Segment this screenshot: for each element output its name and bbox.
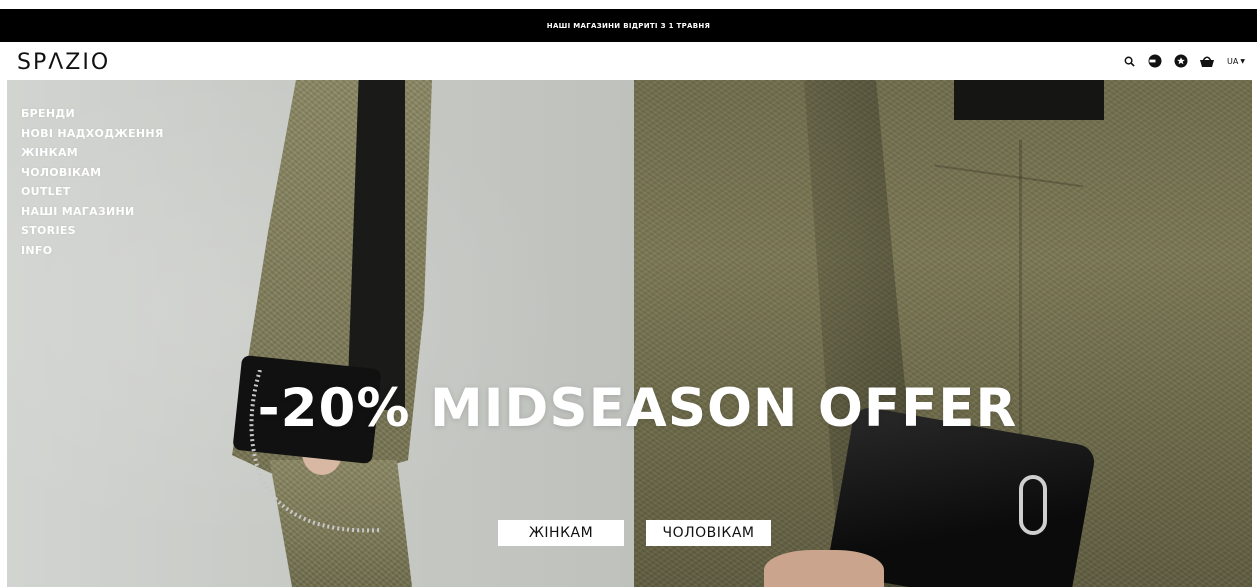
wishlist-icon[interactable] — [1173, 53, 1189, 69]
cart-icon[interactable] — [1199, 53, 1215, 69]
nav-item-new-arrivals[interactable]: НОВІ НАДХОДЖЕННЯ — [21, 124, 164, 144]
hero-image-men — [634, 80, 1252, 587]
shop-women-button[interactable]: ЖІНКАМ — [498, 520, 624, 546]
nav-item-outlet[interactable]: OUTLET — [21, 182, 164, 202]
hand-shape-right — [764, 550, 884, 587]
language-selector[interactable]: UA ▼ — [1227, 57, 1245, 66]
nav-item-brands[interactable]: БРЕНДИ — [21, 104, 164, 124]
chevron-down-icon: ▼ — [1240, 57, 1245, 65]
announcement-text: НАШІ МАГАЗИНИ ВІДРИТІ З 1 ТРАВНЯ — [546, 21, 711, 30]
nav-item-stories[interactable]: STORIES — [21, 221, 164, 241]
bag-clasp — [1019, 475, 1047, 535]
site-header: SPΛZIO UA ▼ — [0, 42, 1257, 80]
page: НАШІ МАГАЗИНИ ВІДРИТІ З 1 ТРАВНЯ SPΛZIO … — [0, 0, 1257, 587]
logo[interactable]: SPΛZIO — [17, 50, 110, 75]
nav-item-women[interactable]: ЖІНКАМ — [21, 143, 164, 163]
shop-men-button[interactable]: ЧОЛОВІКАМ — [646, 520, 771, 546]
hero-headline: -20% MIDSEASON OFFER — [257, 378, 1018, 439]
dark-shirt-shape — [954, 80, 1104, 120]
hero-banner[interactable]: БРЕНДИ НОВІ НАДХОДЖЕННЯ ЖІНКАМ ЧОЛОВІКАМ… — [7, 80, 1252, 587]
nav-item-stores[interactable]: НАШІ МАГАЗИНИ — [21, 202, 164, 222]
main-nav: БРЕНДИ НОВІ НАДХОДЖЕННЯ ЖІНКАМ ЧОЛОВІКАМ… — [21, 104, 164, 260]
pocket-line — [934, 164, 1084, 188]
nav-item-men[interactable]: ЧОЛОВІКАМ — [21, 163, 164, 183]
announcement-bar: НАШІ МАГАЗИНИ ВІДРИТІ З 1 ТРАВНЯ — [0, 9, 1257, 42]
header-actions: UA ▼ — [1111, 53, 1245, 69]
language-label: UA — [1227, 56, 1239, 66]
nav-item-info[interactable]: INFO — [21, 241, 164, 261]
search-icon[interactable] — [1121, 53, 1137, 69]
account-icon[interactable] — [1147, 53, 1163, 69]
